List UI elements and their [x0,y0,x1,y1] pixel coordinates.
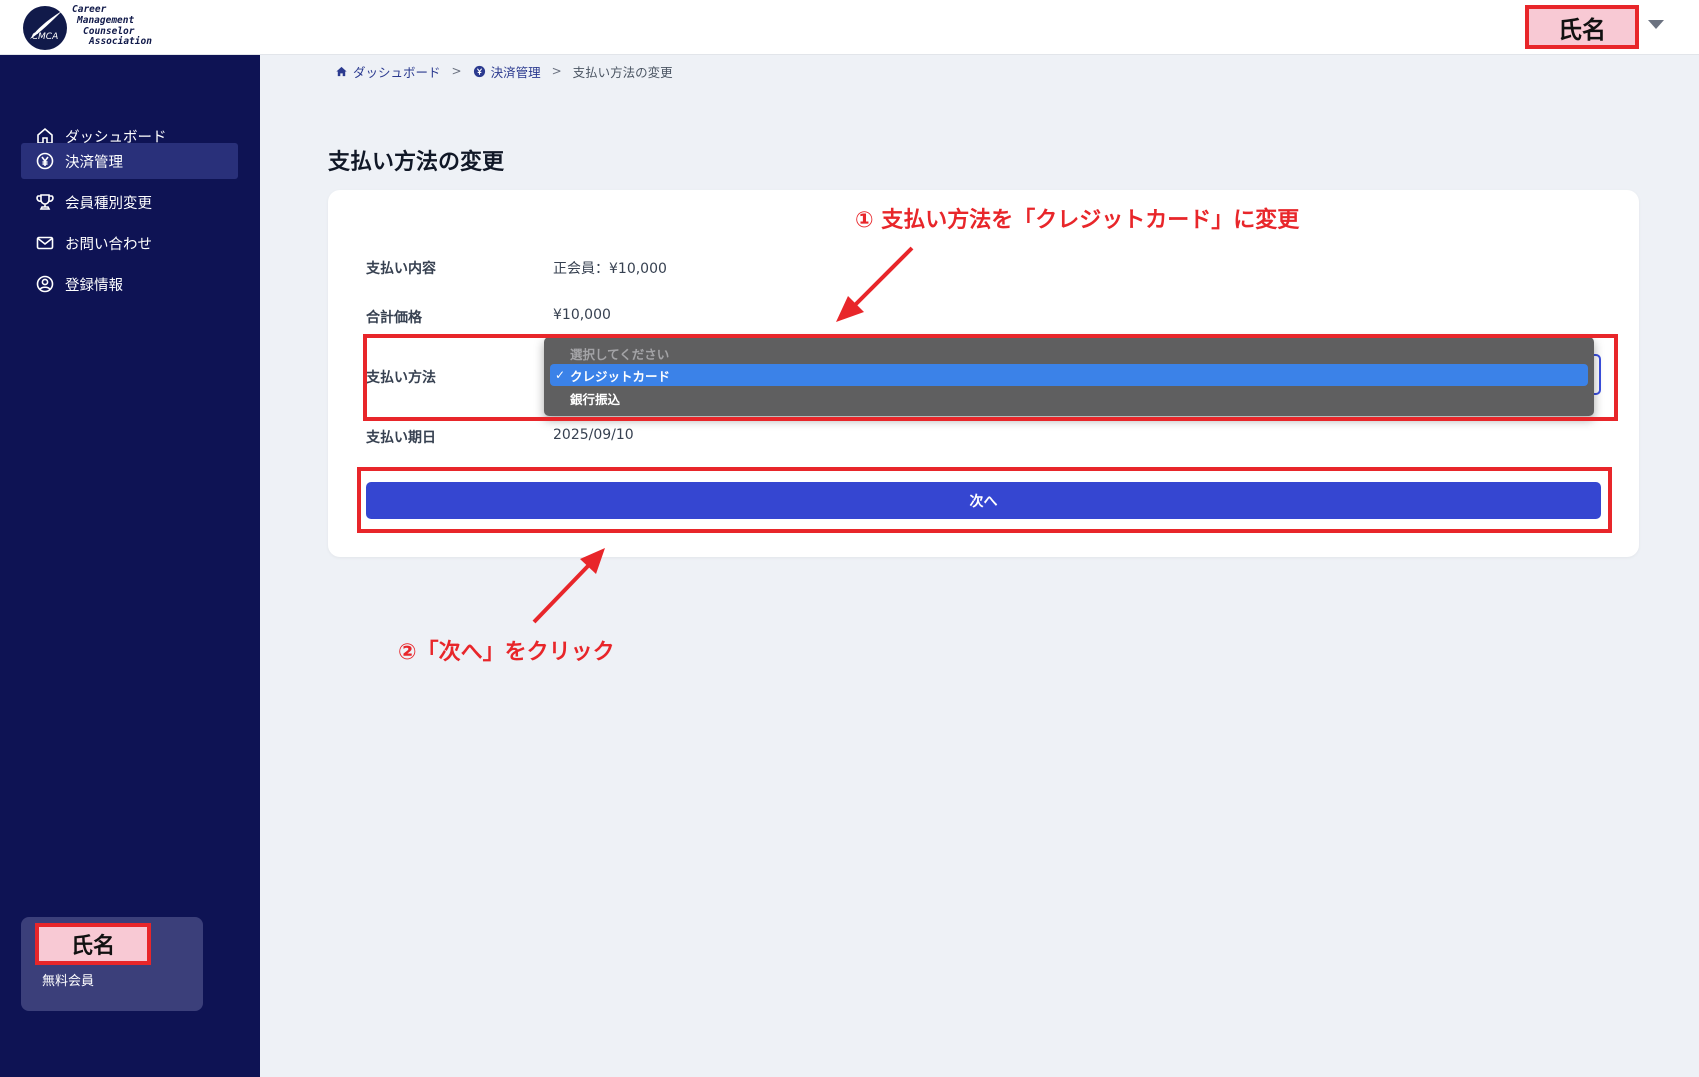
breadcrumb-label: 決済管理 [490,64,541,80]
logo-text: Career Management Counselor Association [72,4,152,48]
row-label-due-date: 支払い期日 [366,430,436,446]
membership-status: 無料会員 [42,974,95,989]
logo-line: Association [89,36,152,48]
user-circle-icon [35,274,55,294]
annotation-step2: ②「次へ」をクリック [398,640,615,665]
user-card[interactable]: 氏名 無料会員 [21,917,203,1011]
mail-icon [35,233,55,253]
breadcrumb-current: 支払い方法の変更 [572,64,673,80]
breadcrumb-separator: > [551,64,562,78]
home-icon [336,66,347,76]
header-user-name-text: 氏名 [1529,9,1635,45]
user-card-name: 氏名 [35,923,151,965]
breadcrumb-payment[interactable]: 決済管理 [473,62,541,81]
row-label-content: 支払い内容 [366,261,436,277]
breadcrumb-separator: > [451,64,462,78]
breadcrumb-label: ダッシュボード [353,64,441,80]
logo-line: Management [77,14,135,26]
yen-icon [35,151,55,171]
annotation-box-payment-method [363,334,1618,421]
row-value-content: 正会員：¥10,000 [553,261,667,277]
logo-mark-text: CMCA [32,32,59,42]
user-card-name-text: 氏名 [39,927,147,961]
header-user-name[interactable]: 氏名 [1525,5,1639,49]
sidebar-item-label: お問い合わせ [65,236,152,253]
sidebar-item-profile[interactable]: 登録情報 [21,266,238,302]
logo-mark: CMCA [22,5,68,51]
sidebar-item-membership-change[interactable]: 会員種別変更 [21,184,238,220]
breadcrumb-dashboard[interactable]: ダッシュボード [335,62,441,81]
row-value-total: ¥10,000 [553,307,611,323]
trophy-icon [35,192,55,212]
top-header: CMCA Career Management Counselor Associa… [0,0,1699,55]
sidebar-item-payment[interactable]: 決済管理 [21,143,238,179]
sidebar-item-contact[interactable]: お問い合わせ [21,225,238,261]
annotation-step1: ① 支払い方法を「クレジットカード」に変更 [855,208,1300,233]
arrow-step2-line [532,564,590,624]
row-value-due-date: 2025/09/10 [553,427,634,443]
annotation-box-next-button [357,467,1612,533]
yen-icon [473,65,485,77]
sidebar-item-label: 登録情報 [65,277,123,294]
row-label-total: 合計価格 [366,310,422,326]
sidebar-item-label: 決済管理 [65,154,123,171]
breadcrumb: ダッシュボード > 決済管理 > 支払い方法の変更 [335,62,673,80]
cmca-logo[interactable]: CMCA Career Management Counselor Associa… [22,4,152,51]
caret-down-icon[interactable] [1648,20,1664,29]
sidebar-item-label: 会員種別変更 [65,195,152,212]
page-title: 支払い方法の変更 [328,150,505,175]
sidebar: ダッシュボード 決済管理 会員種別変更 お問い合わせ 登録情報 氏名 無料会員 [0,55,260,1077]
